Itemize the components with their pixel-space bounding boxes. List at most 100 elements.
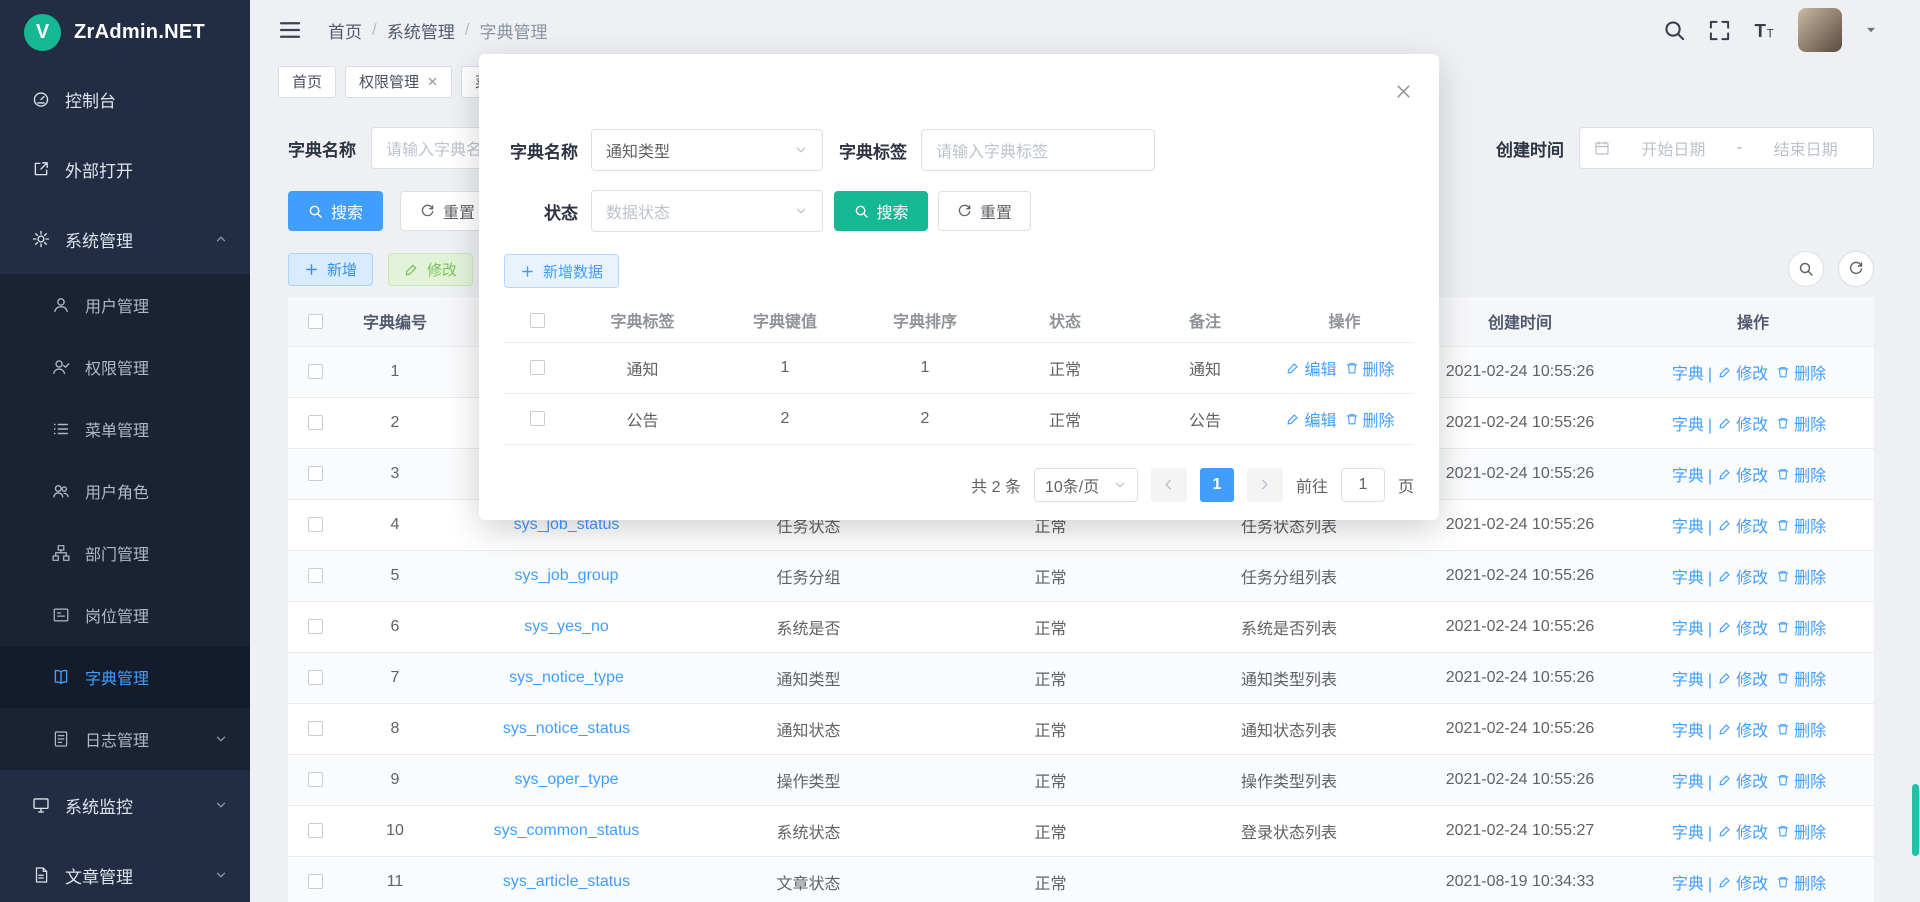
- edit-link[interactable]: 修改: [1718, 870, 1768, 894]
- sidebar-item[interactable]: 权限管理: [0, 336, 250, 398]
- tab[interactable]: 首页: [278, 66, 336, 98]
- row-checkbox[interactable]: [308, 619, 323, 634]
- row-checkbox[interactable]: [308, 874, 323, 889]
- dict-type-link[interactable]: sys_common_status: [494, 822, 640, 839]
- row-checkbox[interactable]: [308, 466, 323, 481]
- edit-link[interactable]: 修改: [1718, 819, 1768, 843]
- modal-status-select[interactable]: 数据状态: [591, 190, 823, 232]
- sidebar-item[interactable]: 部门管理: [0, 522, 250, 584]
- caret-down-icon[interactable]: [1864, 23, 1878, 37]
- dict-data-link[interactable]: 字典: [1672, 468, 1704, 485]
- scrollbar-thumb[interactable]: [1912, 784, 1919, 856]
- edit-link[interactable]: 修改: [1718, 615, 1768, 639]
- delete-link[interactable]: 删除: [1776, 768, 1826, 792]
- hamburger-icon[interactable]: [278, 18, 302, 42]
- row-checkbox[interactable]: [308, 721, 323, 736]
- edit-link[interactable]: 修改: [1718, 513, 1768, 537]
- sidebar-item[interactable]: 控制台: [0, 64, 250, 134]
- page-number-button[interactable]: 1: [1200, 468, 1234, 502]
- delete-link[interactable]: 删除: [1345, 356, 1395, 380]
- close-icon[interactable]: [1395, 83, 1412, 100]
- edit-button[interactable]: 修改: [388, 253, 473, 286]
- delete-link[interactable]: 删除: [1776, 411, 1826, 435]
- row-checkbox[interactable]: [308, 670, 323, 685]
- sidebar-item[interactable]: 用户管理: [0, 274, 250, 336]
- edit-link[interactable]: 修改: [1718, 666, 1768, 690]
- breadcrumb-item[interactable]: 首页: [328, 18, 362, 43]
- next-page-button[interactable]: [1247, 468, 1283, 502]
- dict-data-link[interactable]: 字典: [1672, 672, 1704, 689]
- dict-type-link[interactable]: sys_notice_status: [503, 720, 630, 737]
- modal-dict-label-input[interactable]: 请输入字典标签: [921, 129, 1155, 171]
- dict-data-link[interactable]: 字典: [1672, 519, 1704, 536]
- edit-link[interactable]: 修改: [1718, 360, 1768, 384]
- dict-type-link[interactable]: sys_yes_no: [524, 618, 609, 635]
- delete-link[interactable]: 删除: [1776, 666, 1826, 690]
- row-checkbox[interactable]: [530, 360, 545, 375]
- breadcrumb-item[interactable]: 字典管理: [479, 18, 547, 43]
- sidebar-item[interactable]: 菜单管理: [0, 398, 250, 460]
- delete-link[interactable]: 删除: [1776, 717, 1826, 741]
- edit-link[interactable]: 编辑: [1286, 356, 1336, 380]
- row-checkbox[interactable]: [308, 568, 323, 583]
- page-size-select[interactable]: 10条/页: [1034, 468, 1138, 502]
- page-scrollbar[interactable]: [1911, 0, 1920, 902]
- dict-data-link[interactable]: 字典: [1672, 570, 1704, 587]
- dict-type-link[interactable]: sys_notice_type: [509, 669, 624, 686]
- row-checkbox[interactable]: [308, 517, 323, 532]
- font-size-icon[interactable]: TT: [1753, 19, 1776, 42]
- delete-link[interactable]: 删除: [1776, 870, 1826, 894]
- prev-page-button[interactable]: [1151, 468, 1187, 502]
- sidebar-item[interactable]: 外部打开: [0, 134, 250, 204]
- fullscreen-icon[interactable]: [1708, 19, 1731, 42]
- dict-data-link[interactable]: 字典: [1672, 876, 1704, 893]
- sidebar-item[interactable]: 系统管理: [0, 204, 250, 274]
- dict-type-link[interactable]: sys_oper_type: [514, 771, 618, 788]
- row-checkbox[interactable]: [308, 364, 323, 379]
- row-checkbox[interactable]: [308, 823, 323, 838]
- goto-page-input[interactable]: 1: [1341, 468, 1385, 502]
- tab-close-icon[interactable]: [427, 76, 438, 87]
- select-all-checkbox[interactable]: [308, 314, 323, 329]
- refresh-button[interactable]: [1838, 251, 1874, 287]
- edit-link[interactable]: 修改: [1718, 564, 1768, 588]
- delete-link[interactable]: 删除: [1345, 407, 1395, 431]
- dict-type-link[interactable]: sys_article_status: [503, 873, 630, 890]
- row-checkbox[interactable]: [530, 411, 545, 426]
- dict-data-link[interactable]: 字典: [1672, 774, 1704, 791]
- dict-type-link[interactable]: sys_job_group: [514, 567, 618, 584]
- add-button[interactable]: 新增: [288, 253, 373, 286]
- delete-link[interactable]: 删除: [1776, 615, 1826, 639]
- modal-select-all-checkbox[interactable]: [530, 313, 545, 328]
- sidebar-item[interactable]: 岗位管理: [0, 584, 250, 646]
- dict-data-link[interactable]: 字典: [1672, 366, 1704, 383]
- sidebar-item[interactable]: 字典管理: [0, 646, 250, 708]
- add-data-button[interactable]: 新增数据: [504, 254, 619, 288]
- dict-data-link[interactable]: 字典: [1672, 825, 1704, 842]
- search-icon[interactable]: [1663, 19, 1686, 42]
- edit-link[interactable]: 编辑: [1286, 407, 1336, 431]
- edit-link[interactable]: 修改: [1718, 717, 1768, 741]
- delete-link[interactable]: 删除: [1776, 360, 1826, 384]
- delete-link[interactable]: 删除: [1776, 819, 1826, 843]
- modal-dict-name-select[interactable]: 通知类型: [591, 129, 823, 171]
- delete-link[interactable]: 删除: [1776, 462, 1826, 486]
- date-range-picker[interactable]: 开始日期 - 结束日期: [1579, 127, 1874, 169]
- modal-reset-button[interactable]: 重置: [938, 191, 1031, 231]
- modal-search-button[interactable]: 搜索: [834, 191, 928, 231]
- delete-link[interactable]: 删除: [1776, 513, 1826, 537]
- sidebar-item[interactable]: 系统监控: [0, 770, 250, 840]
- breadcrumb-item[interactable]: 系统管理: [387, 18, 455, 43]
- dict-data-link[interactable]: 字典: [1672, 621, 1704, 638]
- sidebar-item[interactable]: 用户角色: [0, 460, 250, 522]
- row-checkbox[interactable]: [308, 415, 323, 430]
- toggle-search-button[interactable]: [1788, 251, 1824, 287]
- dict-data-link[interactable]: 字典: [1672, 723, 1704, 740]
- dict-data-link[interactable]: 字典: [1672, 417, 1704, 434]
- edit-link[interactable]: 修改: [1718, 411, 1768, 435]
- avatar[interactable]: [1798, 8, 1842, 52]
- sidebar-item[interactable]: 文章管理: [0, 840, 250, 902]
- edit-link[interactable]: 修改: [1718, 768, 1768, 792]
- row-checkbox[interactable]: [308, 772, 323, 787]
- delete-link[interactable]: 删除: [1776, 564, 1826, 588]
